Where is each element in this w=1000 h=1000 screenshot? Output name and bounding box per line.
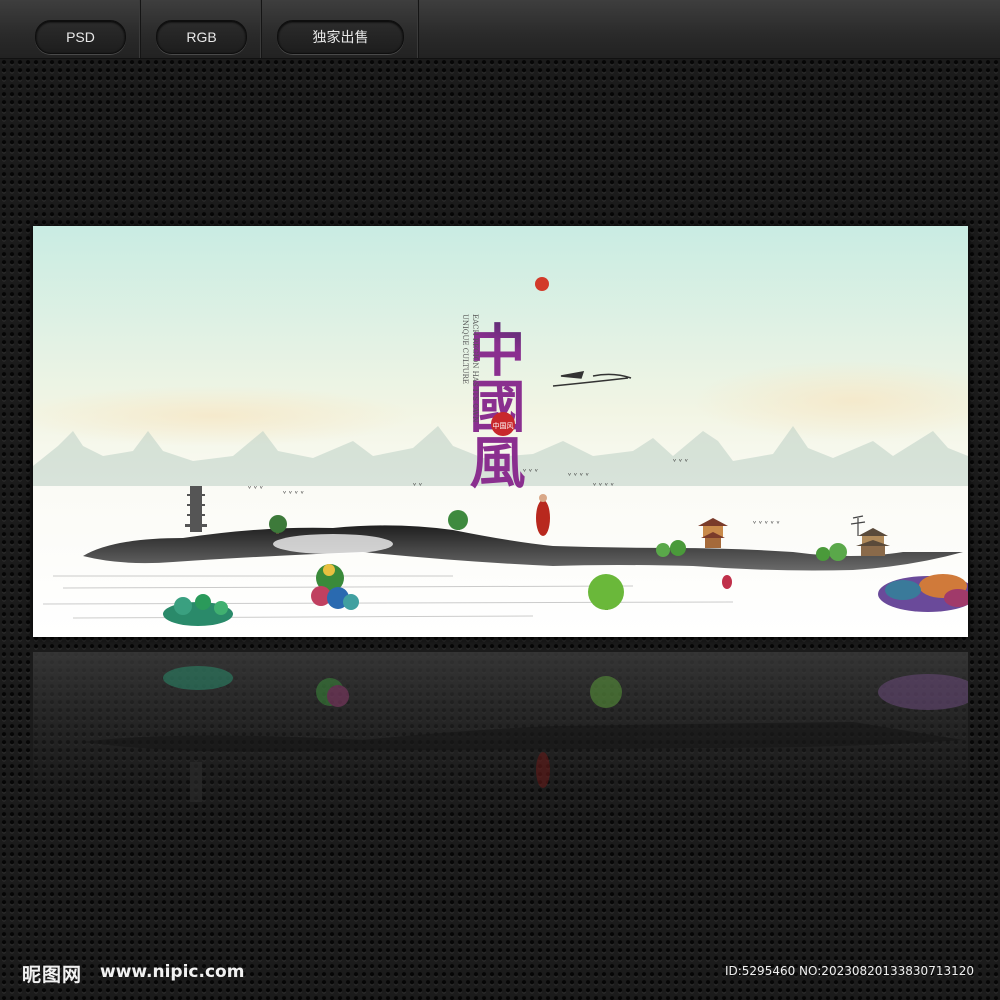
tree-icon <box>588 574 624 610</box>
caption-line-1: EACH REGION HAS ITS OWN <box>471 314 479 422</box>
svg-text:ᵛ ᵛ ᵛ ᵛ ᵛ: ᵛ ᵛ ᵛ ᵛ ᵛ <box>753 519 780 528</box>
top-toolbar: PSD RGB 独家出售 <box>0 0 1000 59</box>
reflection-artwork <box>33 652 968 832</box>
lantern-icon <box>722 575 732 589</box>
svg-text:ᵛ ᵛ: ᵛ ᵛ <box>413 481 422 490</box>
svg-text:ᵛ ᵛ ᵛ ᵛ: ᵛ ᵛ ᵛ ᵛ <box>593 481 614 490</box>
tree-icon <box>448 510 468 530</box>
poster-reflection <box>33 652 968 832</box>
image-id-text: ID:5295460 NO:20230820133830713120 <box>724 964 974 978</box>
svg-text:ᵛ ᵛ ᵛ: ᵛ ᵛ ᵛ <box>673 457 688 466</box>
psd-badge-label: PSD <box>66 29 95 45</box>
site-url[interactable]: www.nipic.com <box>100 962 244 982</box>
svg-text:ᵛ ᵛ ᵛ: ᵛ ᵛ ᵛ <box>248 484 263 493</box>
rgb-badge: RGB <box>156 20 247 54</box>
svg-text:ᵛ ᵛ ᵛ ᵛ: ᵛ ᵛ ᵛ ᵛ <box>568 471 589 480</box>
exclusive-badge-label: 独家出售 <box>312 29 369 45</box>
exclusive-badge: 独家出售 <box>277 20 404 54</box>
poster-preview: 中國風 EACH REGION HAS ITS OWN UNIQUE CULTU… <box>33 226 968 637</box>
poster-artwork: 中國風 EACH REGION HAS ITS OWN UNIQUE CULTU… <box>33 226 968 637</box>
seal-text: 中国风 <box>493 421 514 430</box>
rgb-badge-label: RGB <box>186 29 217 45</box>
mist <box>273 534 393 554</box>
caption-line-2: UNIQUE CULTURE <box>461 314 469 384</box>
psd-badge: PSD <box>35 20 126 54</box>
svg-text:ᵛ ᵛ ᵛ ᵛ: ᵛ ᵛ ᵛ ᵛ <box>283 489 304 498</box>
red-dot <box>535 277 549 291</box>
nipic-logo: 昵图网 <box>22 964 83 986</box>
svg-text:ᵛ ᵛ ᵛ: ᵛ ᵛ ᵛ <box>523 467 538 476</box>
